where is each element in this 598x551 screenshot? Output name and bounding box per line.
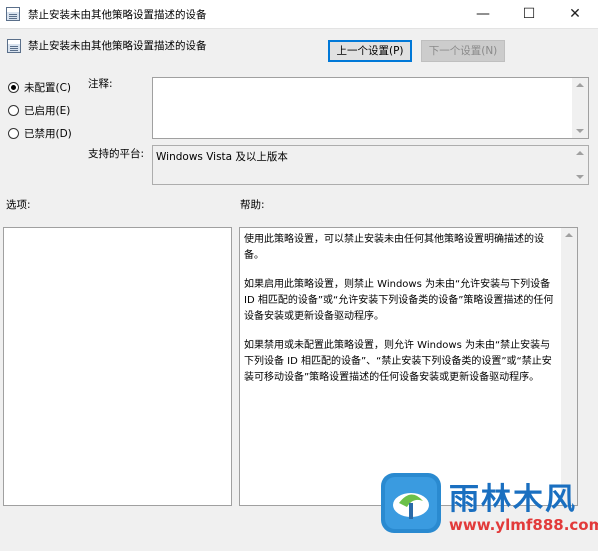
previous-setting-button[interactable]: 上一个设置(P) <box>328 40 412 62</box>
scroll-up-icon[interactable] <box>565 233 573 237</box>
radio-label: 未配置(C) <box>24 82 72 94</box>
ylmf-logo-icon <box>381 473 441 533</box>
next-setting-button[interactable]: 下一个设置(N) <box>421 40 505 62</box>
watermark: 雨林木风 www.ylmf888.com <box>381 470 598 542</box>
radio-not-configured[interactable]: 未配置(C) <box>8 80 71 96</box>
watermark-url: www.ylmf888.com <box>449 516 598 534</box>
radio-label: 已启用(E) <box>24 105 71 117</box>
options-label: 选项: <box>6 199 31 211</box>
platform-scrollbar[interactable] <box>572 146 588 184</box>
scroll-down-icon[interactable] <box>576 175 584 179</box>
help-paragraph: 使用此策略设置，可以禁止安装未由任何其他策略设置明确描述的设备。 <box>244 234 544 261</box>
maximize-button[interactable]: ☐ <box>506 0 552 28</box>
radio-label: 已禁用(D) <box>24 128 72 140</box>
radio-indicator[interactable] <box>8 105 19 116</box>
comment-textarea[interactable] <box>152 77 589 139</box>
help-scrollbar[interactable] <box>561 228 577 505</box>
scroll-up-icon[interactable] <box>576 83 584 87</box>
platform-value: Windows Vista 及以上版本 <box>156 151 288 163</box>
title-bar: 禁止安装未由其他策略设置描述的设备 — ☐ ✕ <box>0 0 598 29</box>
radio-enabled[interactable]: 已启用(E) <box>8 103 70 119</box>
close-icon: ✕ <box>569 6 581 22</box>
policy-app-icon <box>6 7 20 21</box>
options-panel <box>3 227 232 506</box>
radio-indicator[interactable] <box>8 128 19 139</box>
minimize-button[interactable]: — <box>460 0 506 28</box>
radio-indicator[interactable] <box>8 82 19 93</box>
minimize-icon: — <box>476 6 490 22</box>
maximize-icon: ☐ <box>522 6 536 22</box>
platform-label: 支持的平台: <box>88 148 145 160</box>
help-label: 帮助: <box>240 199 265 211</box>
close-button[interactable]: ✕ <box>552 0 598 28</box>
policy-icon <box>7 39 21 53</box>
comment-scrollbar[interactable] <box>572 78 588 138</box>
window-title: 禁止安装未由其他策略设置描述的设备 <box>28 9 207 21</box>
policy-name: 禁止安装未由其他策略设置描述的设备 <box>28 40 207 52</box>
radio-disabled[interactable]: 已禁用(D) <box>8 126 72 142</box>
help-text: 使用此策略设置，可以禁止安装未由任何其他策略设置明确描述的设备。 如果启用此策略… <box>244 232 554 399</box>
scroll-up-icon[interactable] <box>576 151 584 155</box>
help-paragraph: 如果启用此策略设置，则禁止 Windows 为未由“允许安装与下列设备 ID 相… <box>244 279 554 322</box>
help-panel: 使用此策略设置，可以禁止安装未由任何其他策略设置明确描述的设备。 如果启用此策略… <box>239 227 578 506</box>
watermark-brand: 雨林木风 <box>449 482 577 517</box>
comment-label: 注释: <box>88 78 113 90</box>
scroll-down-icon[interactable] <box>576 129 584 133</box>
help-paragraph: 如果禁用或未配置此策略设置，则允许 Windows 为未由“禁止安装与下列设备 … <box>244 340 552 383</box>
